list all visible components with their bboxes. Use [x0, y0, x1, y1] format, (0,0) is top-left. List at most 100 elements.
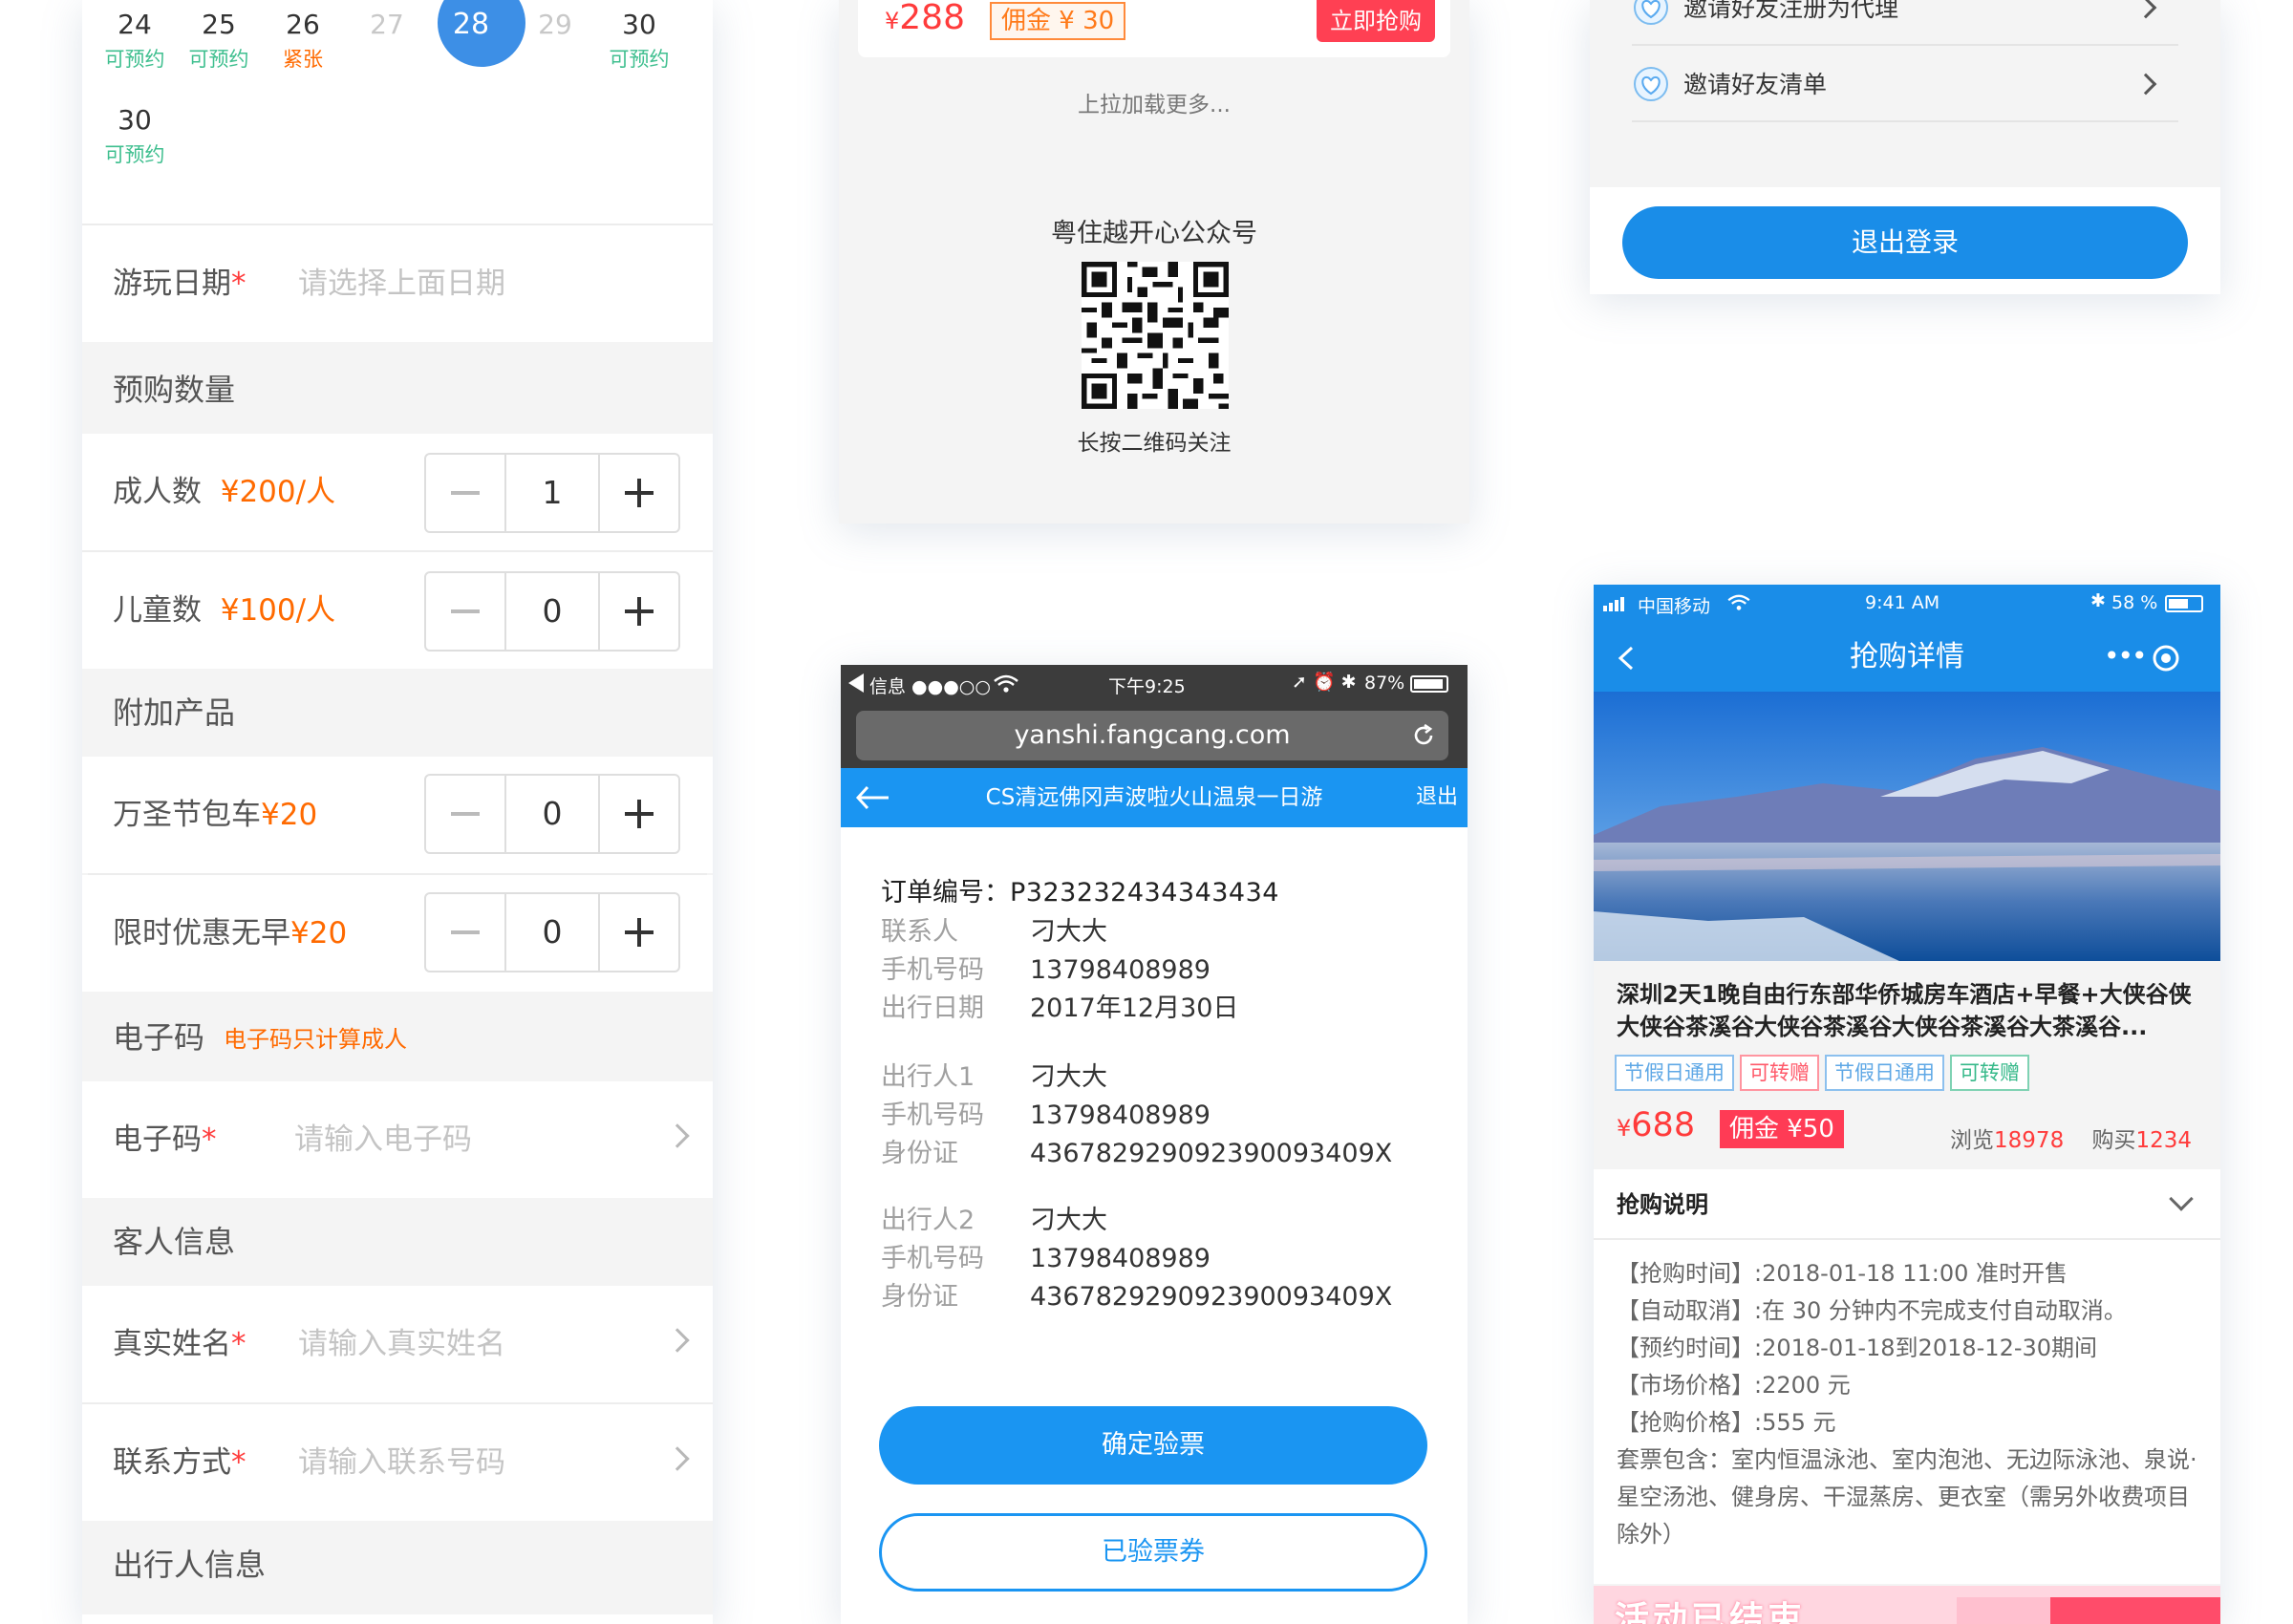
addon-section-header: 附加产品	[113, 694, 236, 731]
calendar-day: 27	[370, 9, 404, 40]
exit-button[interactable]: 退出	[1416, 768, 1458, 827]
info-key: 身份证	[881, 1282, 958, 1312]
info-value: 刁大大	[1030, 1062, 1107, 1092]
lake-mountain-photo	[1594, 692, 2220, 961]
flash-price: ¥688	[1617, 1106, 1696, 1144]
sale-note-line: 【自动取消】:在 30 分钟内不完成支付自动取消。	[1617, 1297, 2127, 1324]
calendar-day[interactable]: 30 可预约	[92, 99, 178, 168]
product-card[interactable]: ¥288 佣金 ¥ 30 立即抢购	[858, 0, 1450, 57]
child-minus-button[interactable]	[426, 573, 504, 650]
ecode-label: 电子码*	[113, 1122, 217, 1157]
adult-plus-button[interactable]	[600, 455, 678, 531]
addon1-qty-value[interactable]: 0	[504, 776, 600, 852]
addon2-minus-button[interactable]	[426, 894, 504, 971]
info-line: 身份证 436782929092390093409X	[881, 1278, 1392, 1316]
contact-input[interactable]: 请输入联系号码	[298, 1404, 505, 1521]
child-qty-value[interactable]: 0	[504, 573, 600, 650]
location-alarm-bluetooth-icons: ➚ ⏰ ✱	[1292, 672, 1357, 693]
refresh-icon[interactable]	[1410, 722, 1437, 749]
url-field[interactable]: yanshi.fangcang.com	[856, 711, 1448, 760]
contact-row[interactable]: 联系方式* 请输入联系号码	[82, 1404, 713, 1521]
qr-code-icon	[1082, 262, 1229, 409]
contact-info-block: 联系人 刁大大 手机号码 13798408989 出行日期 2017年12月30日	[881, 913, 1238, 1028]
ecode-input[interactable]: 请输入电子码	[294, 1081, 472, 1198]
calendar-day[interactable]: 30 可预约	[596, 4, 682, 73]
sale-note-line: 【市场价格】:2200 元	[1617, 1372, 1851, 1399]
bluetooth-icon: ✱	[2090, 590, 2106, 611]
official-account-title: 粤住越开心公众号	[1051, 219, 1257, 248]
target-close-icon[interactable]	[2152, 644, 2180, 673]
invite-heart-icon	[1634, 0, 1668, 25]
chevron-right-icon	[2134, 0, 2157, 19]
info-line: 手机号码 13798408989	[881, 1097, 1392, 1135]
addon2-plus-button[interactable]	[600, 894, 678, 971]
sale-note-line: 套票包含：室内恒温泳池、室内泡池、无边际泳池、泉说·星空汤池、健身房、干湿蒸房、…	[1617, 1446, 2197, 1548]
info-key: 身份证	[881, 1139, 958, 1168]
sale-note-line: 【预约时间】:2018-01-18到2018-12-30期间	[1617, 1335, 2098, 1361]
chevron-right-icon	[665, 1123, 690, 1148]
battery-icon	[2165, 595, 2203, 612]
adult-qty-value[interactable]: 1	[504, 455, 600, 531]
contact-label: 联系方式*	[113, 1445, 246, 1480]
play-date-label: 游玩日期*	[113, 267, 246, 301]
play-date-row[interactable]: 游玩日期* 请选择上面日期	[82, 225, 713, 342]
invite-list-row[interactable]: 邀请好友清单	[1632, 48, 2178, 122]
play-date-placeholder: 请选择上面日期	[298, 267, 505, 301]
wifi-icon	[1727, 594, 1750, 610]
real-name-input[interactable]: 请输入真实姓名	[298, 1286, 505, 1402]
calendar-day[interactable]: 24 可预约	[92, 4, 178, 73]
wifi-icon	[994, 674, 1018, 693]
info-key: 手机号码	[881, 955, 984, 985]
child-row: 儿童数 ¥100/人 0	[82, 552, 713, 669]
view-buy-stats: 浏览18978 购买1234	[1950, 1128, 2192, 1153]
logout-button[interactable]: 退出登录	[1622, 206, 2188, 279]
addon1-price: ¥20	[261, 798, 318, 832]
info-line: 出行人2 刁大大	[881, 1202, 1392, 1240]
info-value: 刁大大	[1030, 1206, 1107, 1235]
calendar-day[interactable]: 28	[428, 4, 514, 46]
real-name-label: 真实姓名*	[113, 1327, 246, 1361]
adult-qty-stepper[interactable]: 1	[424, 453, 680, 533]
child-label: 儿童数	[113, 593, 202, 628]
activity-ended-text: 活动已结束	[1615, 1600, 1807, 1624]
info-value: 436782929092390093409X	[1030, 1282, 1393, 1312]
info-key: 出行人2	[881, 1206, 975, 1235]
more-dots-icon[interactable]: •••	[2104, 640, 2148, 672]
info-key: 联系人	[881, 917, 958, 947]
info-value: 436782929092390093409X	[1030, 1139, 1393, 1168]
verified-tickets-button[interactable]: 已验票券	[879, 1513, 1427, 1592]
addon1-minus-button[interactable]	[426, 776, 504, 852]
sale-notes-header[interactable]: 抢购说明	[1594, 1169, 2220, 1240]
feature-tag: 可转赠	[1950, 1055, 2029, 1091]
chevron-down-icon[interactable]	[2169, 1186, 2194, 1211]
real-name-row[interactable]: 真实姓名* 请输入真实姓名	[82, 1286, 713, 1402]
feature-tags: 节假日通用 可转赠 节假日通用 可转赠	[1615, 1055, 2035, 1091]
addon2-qty-stepper[interactable]: 0	[424, 892, 680, 972]
sale-note-line: 【抢购时间】:2018-01-18 11:00 准时开售	[1617, 1260, 2068, 1287]
addon1-qty-stepper[interactable]: 0	[424, 774, 680, 854]
child-qty-stepper[interactable]: 0	[424, 571, 680, 652]
qr-tip: 长按二维码关注	[1077, 431, 1232, 456]
calendar-day[interactable]: 26 紧张	[260, 4, 346, 73]
browser-url-bar: yanshi.fangcang.com	[841, 703, 1468, 768]
adult-label: 成人数	[113, 475, 202, 509]
buy-now-button[interactable]: 立即抢购	[1317, 0, 1435, 42]
addon1-plus-button[interactable]	[600, 776, 678, 852]
child-plus-button[interactable]	[600, 573, 678, 650]
calendar-day[interactable]: 25 可预约	[176, 4, 262, 73]
ecode-input-row[interactable]: 电子码* 请输入电子码	[82, 1081, 713, 1198]
info-value: 13798408989	[1030, 1244, 1211, 1273]
info-line: 出行人1 刁大大	[881, 1058, 1392, 1097]
order-verify-panel: 信息 ●●●○○ 下午9:25 ➚ ⏰ ✱ 87% yanshi.fangcan…	[841, 665, 1468, 1624]
product-list-panel: ¥288 佣金 ¥ 30 立即抢购 上拉加载更多... 粤住越开心公众号 长按二…	[839, 0, 1469, 524]
traveler-section-header: 出行人信息	[113, 1547, 267, 1583]
booking-form-panel: 24 可预约 25 可预约 26 紧张 27 28 29 30 可预约 30 可预约 游玩日期* 请选…	[82, 0, 713, 1624]
info-value: 13798408989	[1030, 955, 1211, 985]
info-line: 联系人 刁大大	[881, 913, 1238, 951]
addon2-qty-value[interactable]: 0	[504, 894, 600, 971]
adult-minus-button[interactable]	[426, 455, 504, 531]
traveler2-info-block: 出行人2 刁大大 手机号码 13798408989 身份证 436782929092390…	[881, 1202, 1392, 1316]
invite-register-row[interactable]: 邀请好友注册为代理	[1632, 0, 2178, 46]
calendar-day: 29	[538, 9, 572, 40]
confirm-verify-button[interactable]: 确定验票	[879, 1406, 1427, 1485]
